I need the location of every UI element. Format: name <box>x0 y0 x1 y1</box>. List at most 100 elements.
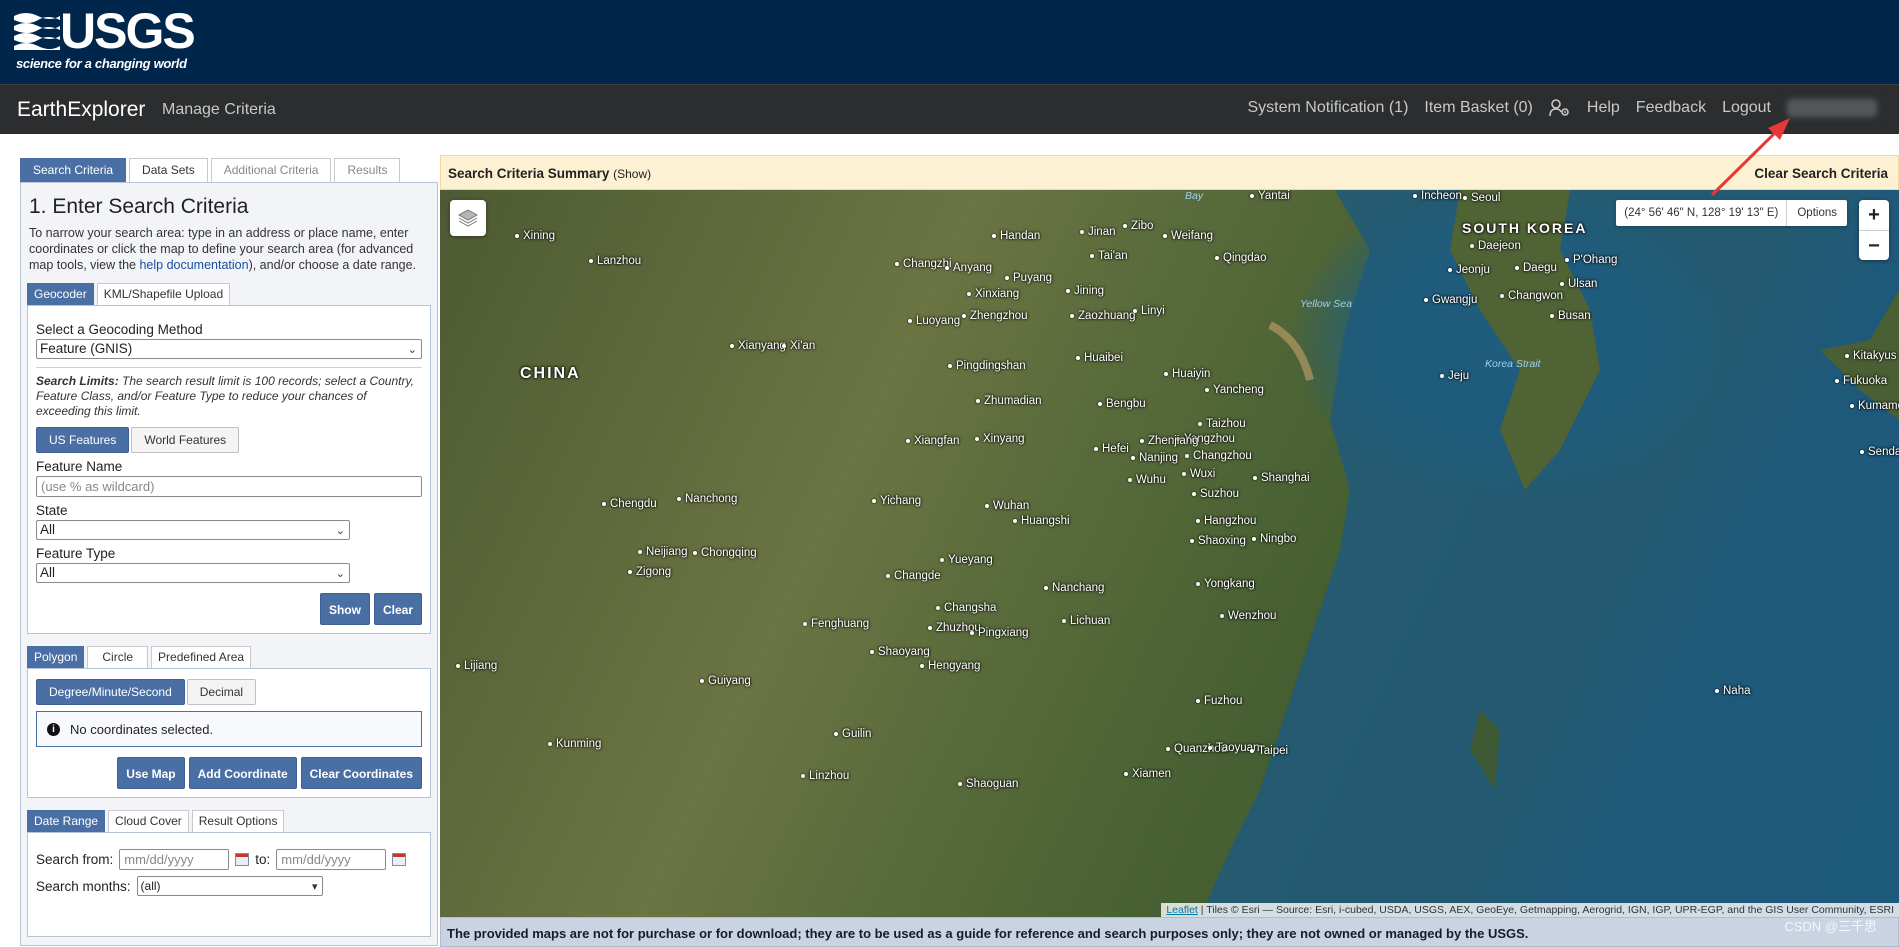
tab-polygon[interactable]: Polygon <box>27 646 85 668</box>
map-label: Changsha <box>936 602 996 614</box>
map-disclaimer: The provided maps are not for purchase o… <box>440 917 1899 947</box>
map-label: Wuhu <box>1128 474 1166 486</box>
feature-type-label: Feature Type <box>36 546 116 561</box>
tab-results[interactable]: Results <box>334 158 401 182</box>
zoom-control: + − <box>1859 200 1889 260</box>
map-label: Shanghai <box>1253 472 1310 484</box>
top-navbar: EarthExplorer Manage Criteria System Not… <box>0 84 1899 134</box>
no-coordinates-notice: i No coordinates selected. <box>36 711 422 747</box>
map-label: Linyi <box>1133 305 1165 317</box>
map-label: Ningbo <box>1252 533 1296 545</box>
user-settings-icon[interactable] <box>1549 99 1571 117</box>
map-label: Xianyang <box>730 340 786 352</box>
decimal-button[interactable]: Decimal <box>186 679 257 705</box>
system-notification-link[interactable]: System Notification (1) <box>1247 99 1408 117</box>
tab-cloud-cover[interactable]: Cloud Cover <box>108 810 189 832</box>
layers-button[interactable] <box>450 200 486 236</box>
map-label: Pingdingshan <box>948 360 1026 372</box>
map-label: Busan <box>1550 310 1591 322</box>
coordinate-readout: (24° 56' 46" N, 128° 19' 13" E) Options <box>1616 200 1847 226</box>
help-link[interactable]: Help <box>1587 99 1620 117</box>
map-label: Changzhou <box>1185 450 1252 462</box>
map-label: Linzhou <box>801 770 849 782</box>
tab-date-range[interactable]: Date Range <box>27 810 106 832</box>
calendar-icon[interactable] <box>235 853 250 866</box>
tab-result-options[interactable]: Result Options <box>191 810 285 832</box>
map-label: Yantai <box>1250 190 1290 202</box>
map-label: Shaoxing <box>1190 535 1246 547</box>
criteria-intro: To narrow your search area: type in an a… <box>29 226 417 272</box>
map-label: Tai'an <box>1090 250 1128 262</box>
layers-icon <box>457 209 479 227</box>
item-basket-link[interactable]: Item Basket (0) <box>1424 99 1532 117</box>
map-label: Chongqing <box>693 547 757 559</box>
map-area: Search Criteria Summary (Show) Clear Sea… <box>440 155 1899 947</box>
feedback-link[interactable]: Feedback <box>1636 99 1706 117</box>
map-label: Naha <box>1715 685 1751 697</box>
map-label: Wuxi <box>1182 468 1215 480</box>
map-label: Seoul <box>1463 192 1500 204</box>
world-features-button[interactable]: World Features <box>131 427 240 453</box>
date-range-box: Search from: mm/dd/yyyy to: mm/dd/yyyy S… <box>27 832 431 937</box>
help-documentation-link[interactable]: help documentation <box>139 258 248 272</box>
feature-type-select[interactable]: All ⌄ <box>36 563 350 583</box>
zoom-in-button[interactable]: + <box>1859 200 1889 230</box>
usgs-banner: USGS science for a changing world <box>0 0 1899 84</box>
logout-link[interactable]: Logout <box>1722 99 1771 117</box>
dms-button[interactable]: Degree/Minute/Second <box>36 679 185 705</box>
satellite-map[interactable]: (24° 56' 46" N, 128° 19' 13" E) Options … <box>440 190 1899 917</box>
options-button[interactable]: Options <box>1786 200 1847 226</box>
method-label: Select a Geocoding Method <box>36 322 203 337</box>
map-label: Korea Strait <box>1485 358 1541 370</box>
add-coordinate-button[interactable]: Add Coordinate <box>188 757 297 789</box>
usgs-logo[interactable]: USGS science for a changing world <box>14 6 196 74</box>
us-features-button[interactable]: US Features <box>36 427 130 453</box>
tab-data-sets[interactable]: Data Sets <box>129 158 208 182</box>
map-label: Bay <box>1185 190 1204 202</box>
state-select[interactable]: All ⌄ <box>36 520 350 540</box>
tab-kml-upload[interactable]: KML/Shapefile Upload <box>96 283 231 305</box>
summary-show-link[interactable]: (Show) <box>613 167 651 181</box>
feature-name-input[interactable]: (use % as wildcard) <box>36 476 422 497</box>
map-label: Xiamen <box>1124 768 1171 780</box>
map-label: Hefei <box>1094 443 1129 455</box>
chevron-down-icon: ▾ <box>312 881 318 893</box>
date-from-input[interactable]: mm/dd/yyyy <box>119 849 230 870</box>
date-tabs: Date Range Cloud Cover Result Options <box>27 810 431 832</box>
map-label: Ulsan <box>1560 278 1597 290</box>
tab-predefined-area[interactable]: Predefined Area <box>151 646 252 668</box>
tab-geocoder[interactable]: Geocoder <box>27 283 94 305</box>
clear-search-criteria-link[interactable]: Clear Search Criteria <box>1754 166 1888 181</box>
show-button[interactable]: Show <box>319 593 370 625</box>
map-label: Jeonju <box>1448 264 1490 276</box>
manage-criteria-link[interactable]: Manage Criteria <box>162 101 276 119</box>
to-label: to: <box>255 852 271 867</box>
map-label: Qingdao <box>1215 252 1266 264</box>
search-months-select[interactable]: (all) ▾ <box>136 876 323 896</box>
map-label: Weifang <box>1163 230 1213 242</box>
date-to-input[interactable]: mm/dd/yyyy <box>276 849 387 870</box>
tab-search-criteria[interactable]: Search Criteria <box>20 158 127 182</box>
leaflet-link[interactable]: Leaflet <box>1166 904 1198 916</box>
map-label: Changwon <box>1500 290 1563 302</box>
use-map-button[interactable]: Use Map <box>117 757 185 789</box>
tab-circle[interactable]: Circle <box>87 646 149 668</box>
map-label: Puyang <box>1005 272 1052 284</box>
map-label: Fuzhou <box>1196 695 1242 707</box>
geocoder-box: Select a Geocoding Method Feature (GNIS)… <box>27 305 431 634</box>
calendar-icon[interactable] <box>392 853 407 866</box>
clear-coordinates-button[interactable]: Clear Coordinates <box>300 757 422 789</box>
feature-name-label: Feature Name <box>36 459 123 474</box>
map-label: Daegu <box>1515 262 1557 274</box>
map-label: Jinan <box>1080 226 1116 238</box>
geocoding-method-select[interactable]: Feature (GNIS) ⌄ <box>36 339 422 359</box>
zoom-out-button[interactable]: − <box>1859 230 1889 260</box>
map-label: Fukuoka <box>1835 375 1887 387</box>
app-brand[interactable]: EarthExplorer <box>17 98 145 122</box>
map-label: Zaozhuang <box>1070 310 1136 322</box>
clear-button[interactable]: Clear <box>373 593 422 625</box>
map-label: Changzhi <box>895 258 952 270</box>
map-label: Taipei <box>1250 745 1288 757</box>
tab-additional-criteria[interactable]: Additional Criteria <box>210 158 332 182</box>
search-limits-text: Search Limits: The search result limit i… <box>36 374 414 418</box>
